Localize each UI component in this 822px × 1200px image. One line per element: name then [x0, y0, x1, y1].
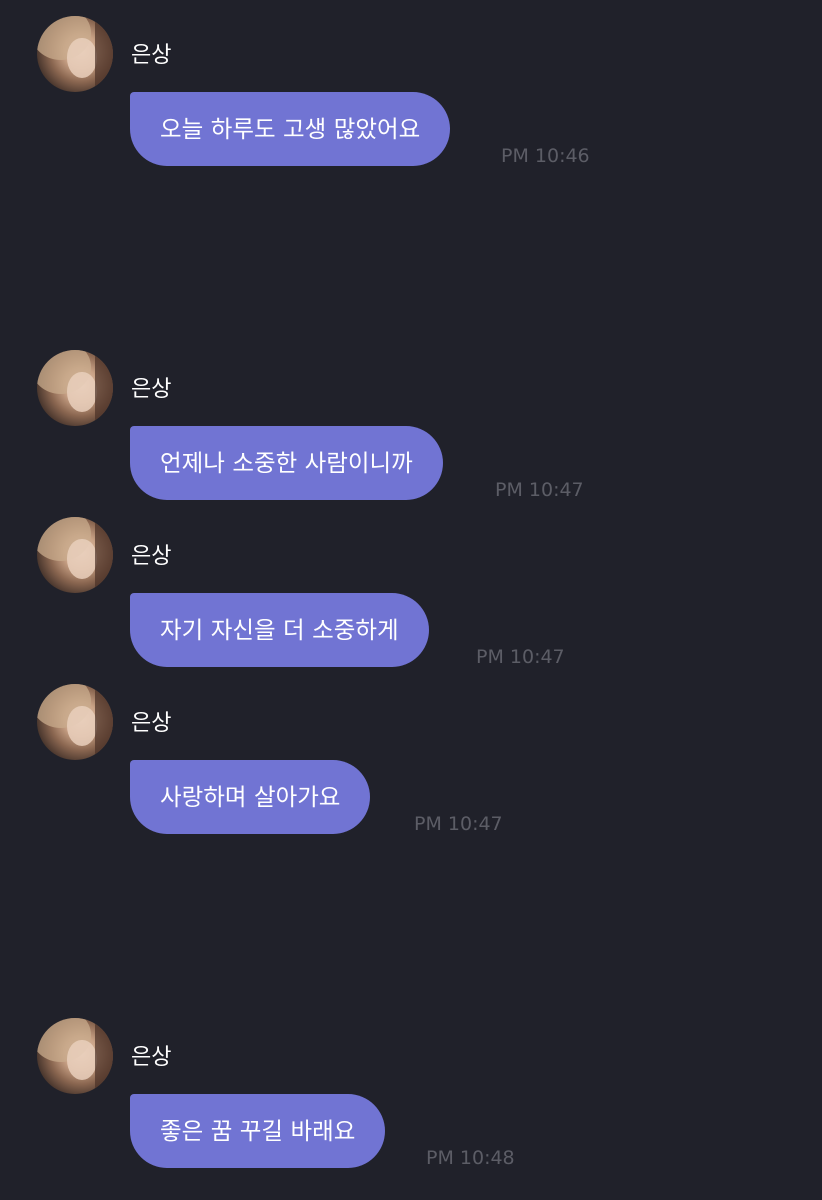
- avatar-shade: [95, 517, 113, 593]
- avatar[interactable]: [37, 350, 113, 426]
- avatar-face: [67, 38, 97, 78]
- sender-name: 은상: [131, 1045, 172, 1070]
- avatar[interactable]: [37, 16, 113, 92]
- avatar-face: [67, 1040, 97, 1080]
- message-bubble[interactable]: 언제나 소중한 사람이니까: [130, 426, 443, 500]
- sender-name: 은상: [131, 544, 172, 569]
- message-group: 은상 사랑하며 살아가요 PM 10:47: [0, 684, 822, 844]
- message-group: 은상 언제나 소중한 사람이니까 PM 10:47: [0, 350, 822, 510]
- message-timestamp: PM 10:47: [476, 646, 565, 668]
- message-timestamp: PM 10:47: [414, 813, 503, 835]
- avatar-shade: [95, 16, 113, 92]
- message-bubble[interactable]: 오늘 하루도 고생 많았어요: [130, 92, 451, 166]
- sender-name: 은상: [131, 711, 172, 736]
- message-bubble[interactable]: 좋은 꿈 꾸길 바래요: [130, 1094, 386, 1168]
- avatar-face: [67, 539, 97, 579]
- avatar[interactable]: [37, 517, 113, 593]
- message-bubble[interactable]: 사랑하며 살아가요: [130, 760, 371, 834]
- avatar-face: [67, 706, 97, 746]
- avatar[interactable]: [37, 1018, 113, 1094]
- avatar-shade: [95, 350, 113, 426]
- chat-screen: { "chat": { "messages": [ {"sender": "은상…: [0, 0, 822, 1200]
- message-timestamp: PM 10:46: [501, 145, 590, 167]
- message-group: 은상 오늘 하루도 고생 많았어요 PM 10:46: [0, 16, 822, 176]
- avatar-shade: [95, 1018, 113, 1094]
- avatar[interactable]: [37, 684, 113, 760]
- message-group: 은상 자기 자신을 더 소중하게 PM 10:47: [0, 517, 822, 677]
- message-group: 은상 좋은 꿈 꾸길 바래요 PM 10:48: [0, 1018, 822, 1178]
- message-timestamp: PM 10:48: [426, 1147, 515, 1169]
- sender-name: 은상: [131, 43, 172, 68]
- avatar-shade: [95, 684, 113, 760]
- sender-name: 은상: [131, 377, 172, 402]
- message-bubble[interactable]: 자기 자신을 더 소중하게: [130, 593, 429, 667]
- avatar-face: [67, 372, 97, 412]
- message-timestamp: PM 10:47: [495, 479, 584, 501]
